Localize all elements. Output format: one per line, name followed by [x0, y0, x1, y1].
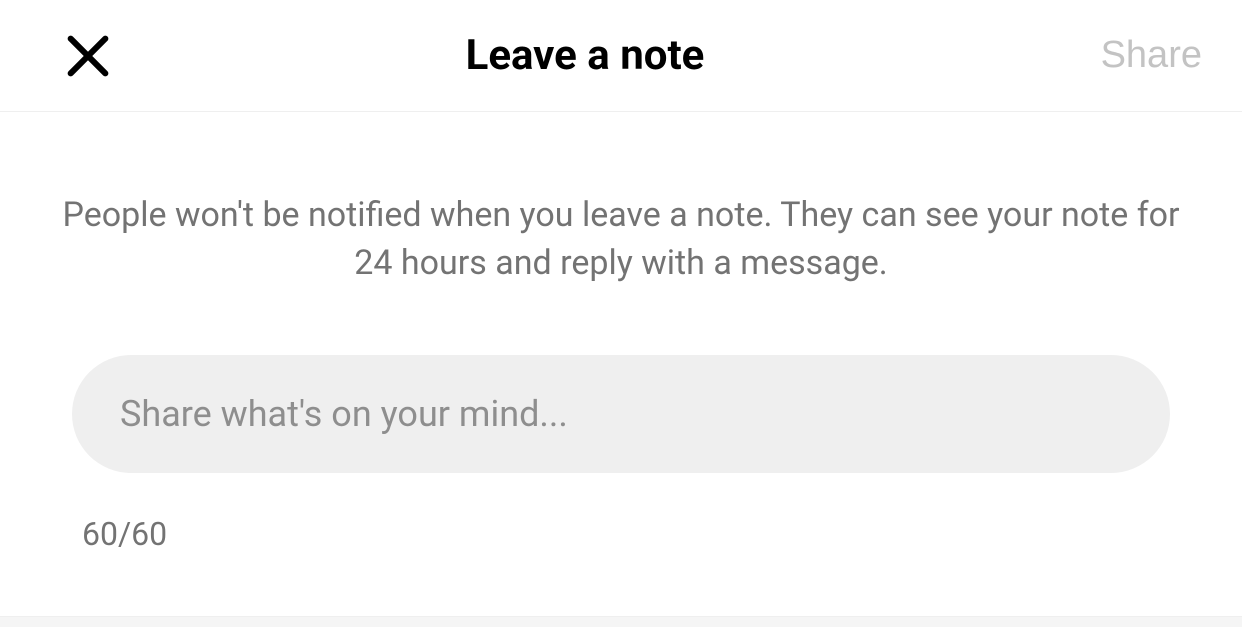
description-text: People won't be notified when you leave …	[51, 192, 1191, 287]
close-button[interactable]	[58, 30, 118, 82]
footer-gap	[0, 617, 1242, 627]
header: Leave a note Share	[0, 0, 1242, 112]
close-icon	[62, 30, 114, 82]
character-counter: 60/60	[82, 515, 1192, 553]
input-container	[72, 355, 1170, 473]
content: People won't be notified when you leave …	[0, 112, 1242, 617]
share-button[interactable]: Share	[1052, 34, 1202, 77]
page-title: Leave a note	[466, 31, 705, 80]
note-input[interactable]	[72, 355, 1170, 473]
